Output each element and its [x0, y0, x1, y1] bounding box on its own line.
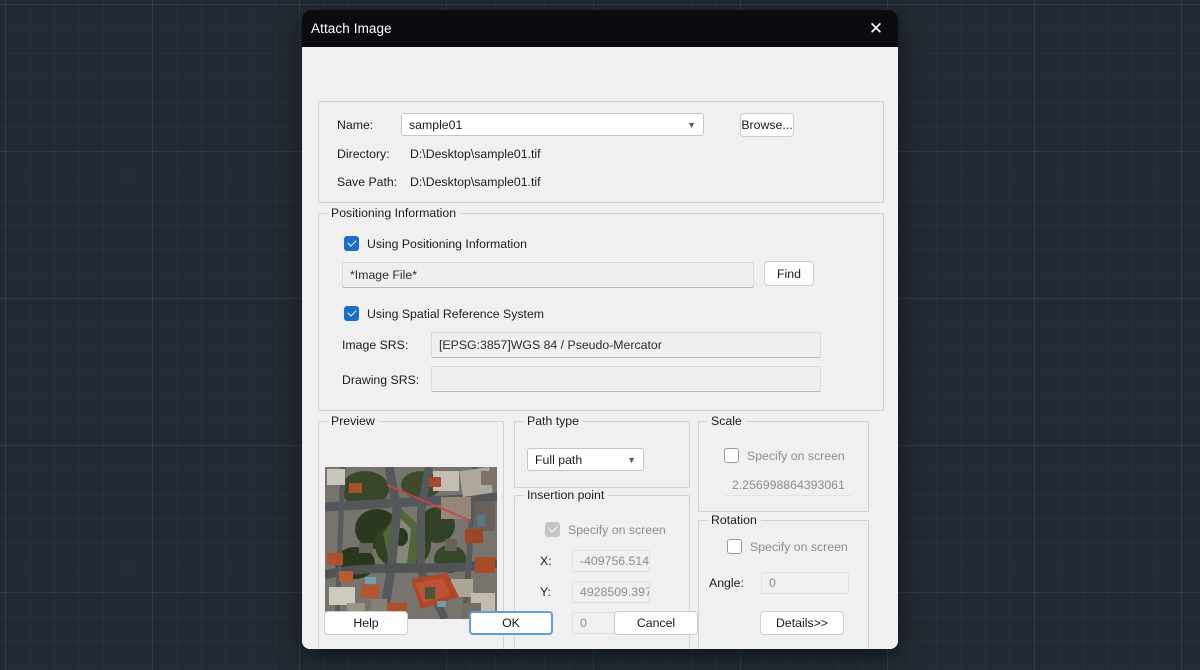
details-button[interactable]: Details>>: [760, 611, 844, 635]
file-info-group: Name: sample01 ▼ Browse... Directory: D:…: [318, 101, 884, 203]
insertion-x-row: X: -409756.5149: [540, 550, 650, 572]
drawing-srs-input[interactable]: [431, 366, 821, 392]
insertion-x-input[interactable]: -409756.5149: [572, 550, 650, 572]
save-path-row: Save Path: D:\Desktop\sample01.tif: [337, 175, 541, 189]
rotation-specify-on-screen-checkbox[interactable]: Specify on screen: [727, 539, 848, 554]
help-button[interactable]: Help: [324, 611, 408, 635]
image-srs-label: Image SRS:: [342, 338, 409, 352]
angle-input[interactable]: 0: [761, 572, 849, 594]
scale-legend: Scale: [707, 414, 746, 428]
cancel-button[interactable]: Cancel: [614, 611, 698, 635]
close-icon[interactable]: ✕: [854, 10, 898, 47]
path-type-legend: Path type: [523, 414, 583, 428]
save-path-value: D:\Desktop\sample01.tif: [410, 175, 541, 189]
checkbox-empty-icon: [727, 539, 742, 554]
using-spatial-reference-system-label: Using Spatial Reference System: [367, 306, 545, 321]
path-type-group: Path type Full path ▼: [514, 414, 690, 488]
path-type-value: Full path: [535, 452, 583, 467]
preview-legend: Preview: [327, 414, 379, 428]
image-srs-input[interactable]: [EPSG:3857]WGS 84 / Pseudo-Mercator: [431, 332, 821, 358]
dialog-body: Name: sample01 ▼ Browse... Directory: D:…: [302, 47, 898, 649]
name-combobox-value: sample01: [409, 117, 463, 132]
rotation-legend: Rotation: [707, 513, 761, 527]
positioning-information-group: Positioning Information Using Positionin…: [318, 206, 884, 411]
checkbox-check-icon: [545, 522, 560, 537]
find-button[interactable]: Find: [764, 261, 814, 286]
image-file-input[interactable]: *Image File*: [342, 262, 754, 288]
rotation-specify-on-screen-label: Specify on screen: [750, 539, 848, 554]
name-combobox[interactable]: sample01 ▼: [401, 113, 704, 136]
name-row: Name: sample01 ▼: [337, 113, 704, 136]
dialog-titlebar: Attach Image ✕: [302, 10, 898, 47]
insertion-specify-on-screen-label: Specify on screen: [568, 522, 666, 537]
scale-value-input[interactable]: 2.256998864393061: [724, 474, 852, 496]
scale-specify-on-screen-checkbox[interactable]: Specify on screen: [724, 448, 845, 463]
insertion-specify-on-screen-checkbox[interactable]: Specify on screen: [545, 522, 666, 537]
angle-label: Angle:: [709, 576, 744, 590]
angle-row: Angle: 0: [709, 572, 849, 594]
directory-row: Directory: D:\Desktop\sample01.tif: [337, 147, 541, 161]
checkbox-check-icon: [344, 236, 359, 251]
dialog-footer: Help OK Cancel Details>>: [302, 597, 898, 649]
scale-group: Scale Specify on screen 2.25699886439306…: [698, 414, 869, 512]
directory-label: Directory:: [337, 147, 390, 161]
attach-image-dialog: Attach Image ✕ Name: sample01 ▼ Browse..…: [302, 10, 898, 649]
using-positioning-information-label: Using Positioning Information: [367, 236, 527, 251]
checkbox-empty-icon: [724, 448, 739, 463]
save-path-label: Save Path:: [337, 175, 398, 189]
chevron-down-icon: ▼: [627, 454, 636, 465]
insertion-point-legend: Insertion point: [523, 488, 609, 502]
browse-button[interactable]: Browse...: [740, 113, 794, 137]
ok-button[interactable]: OK: [469, 611, 553, 635]
dialog-title: Attach Image: [311, 21, 392, 36]
checkbox-check-icon: [344, 306, 359, 321]
scale-specify-on-screen-label: Specify on screen: [747, 448, 845, 463]
directory-value: D:\Desktop\sample01.tif: [410, 147, 541, 161]
insertion-x-label: X:: [540, 554, 552, 568]
path-type-combobox[interactable]: Full path ▼: [527, 448, 644, 471]
chevron-down-icon: ▼: [687, 119, 696, 130]
using-spatial-reference-system-checkbox[interactable]: Using Spatial Reference System: [344, 306, 544, 321]
name-label: Name:: [337, 117, 374, 132]
using-positioning-information-checkbox[interactable]: Using Positioning Information: [344, 236, 527, 251]
drawing-srs-label: Drawing SRS:: [342, 373, 420, 387]
positioning-information-legend: Positioning Information: [327, 206, 461, 220]
